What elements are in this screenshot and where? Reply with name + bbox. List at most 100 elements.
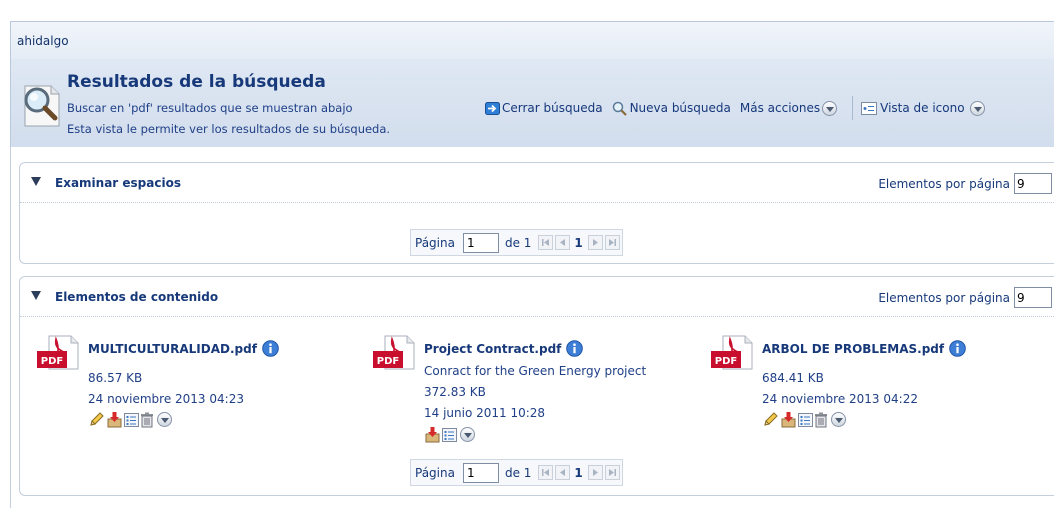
file-name: ARBOL DE PROBLEMAS.pdf [762,341,945,356]
info-icon[interactable] [949,340,966,357]
page-total: de 1 [504,465,532,480]
next-page-button[interactable] [587,465,603,480]
trash-icon[interactable] [814,412,828,428]
panel-header: Elementos de contenido Elementos por pág… [20,277,1054,317]
items-per-page-label: Elementos por página [878,290,1010,305]
search-icon [24,85,60,127]
more-actions-label: Más acciones [739,101,821,115]
user-bar: ahidalgo [10,21,1054,59]
search-description: Esta vista le permite ver los resultados… [67,122,391,136]
info-icon[interactable] [262,340,279,357]
svg-text:PDF: PDF [377,356,399,367]
first-page-icon [542,239,550,246]
file-name-link[interactable]: Project Contract.pdf [424,340,584,357]
last-page-button[interactable] [604,465,620,480]
last-page-button[interactable] [604,235,620,250]
file-name: Project Contract.pdf [424,341,562,356]
pdf-file-icon[interactable]: PDF [710,335,754,371]
next-page-icon [592,239,598,246]
page-label: Página [415,235,455,250]
file-size: 86.57 KB [88,371,143,385]
file-size: 372.83 KB [424,385,486,399]
download-icon[interactable] [424,426,441,443]
info-icon[interactable] [566,340,584,357]
panel-title[interactable]: Examinar espacios [55,176,181,190]
page-title: Resultados de la búsqueda [67,72,326,92]
svg-text:PDF: PDF [715,356,737,367]
panel-title[interactable]: Elementos de contenido [55,290,218,304]
chevron-down-icon[interactable] [831,412,846,427]
download-icon[interactable] [780,411,797,428]
item-actions [88,411,173,428]
items-per-page-label: Elementos por página [878,176,1010,191]
file-name-link[interactable]: MULTICULTURALIDAD.pdf [88,340,279,357]
collapse-toggle-icon[interactable] [31,177,41,186]
previous-page-button[interactable] [555,465,571,480]
browse-spaces-panel: Examinar espacios Elementos por página P… [19,162,1054,264]
file-name: MULTICULTURALIDAD.pdf [88,341,257,356]
page-number-input[interactable] [462,232,499,253]
chevron-down-icon[interactable] [157,412,172,427]
file-name-link[interactable]: ARBOL DE PROBLEMAS.pdf [762,340,966,357]
pagination: Página de 1 1 [410,459,623,486]
divider [852,96,854,120]
icon-view-menu[interactable]: Vista de icono [861,100,985,116]
search-subtitle: Buscar en 'pdf' resultados que se muestr… [67,101,353,115]
current-page: 1 [574,235,583,250]
first-page-button[interactable] [538,465,554,480]
item-actions [424,426,476,443]
details-list-icon[interactable] [124,412,139,428]
close-search-label: Cerrar búsqueda [502,101,603,115]
previous-page-icon [560,469,566,476]
search-icon [612,101,627,116]
file-description: Conract for the Green Energy project [424,364,647,378]
details-list-icon[interactable] [798,412,813,428]
next-page-button[interactable] [587,235,603,250]
last-page-icon [608,239,616,246]
svg-text:PDF: PDF [41,356,63,367]
page-label: Página [415,465,455,480]
trash-icon[interactable] [140,412,154,428]
pencil-icon[interactable] [762,411,779,428]
chevron-down-icon [822,100,838,116]
first-page-icon [542,469,550,476]
search-results-header: Resultados de la búsqueda Buscar en 'pdf… [10,59,1054,147]
divider [10,147,11,508]
item-actions [762,411,847,428]
new-search-button[interactable]: Nueva búsqueda [612,101,731,116]
last-page-icon [608,469,616,476]
items-per-page: Elementos por página [878,173,1052,194]
arrow-right-icon [485,101,500,115]
header-actions: Cerrar búsqueda Nueva búsqueda Más accio… [485,96,994,120]
pagination: Página de 1 1 [410,229,623,256]
file-date: 24 noviembre 2013 04:22 [762,392,918,406]
items-per-page-input[interactable] [1014,173,1052,194]
current-page: 1 [574,465,583,480]
icon-view-label: Vista de icono [880,101,965,115]
file-date: 24 noviembre 2013 04:23 [88,392,244,406]
details-list-icon[interactable] [442,427,457,443]
previous-page-button[interactable] [555,235,571,250]
page-total: de 1 [504,235,532,250]
items-per-page: Elementos por página [878,287,1052,308]
items-per-page-input[interactable] [1014,287,1052,308]
first-page-button[interactable] [538,235,554,250]
panel-header: Examinar espacios Elementos por página [20,163,1054,203]
file-size: 684.41 KB [762,371,824,385]
pdf-file-icon[interactable]: PDF [36,335,80,371]
new-search-label: Nueva búsqueda [629,101,731,115]
content-items-panel: Elementos de contenido Elementos por pág… [19,276,1054,496]
chevron-down-icon [969,100,985,116]
username[interactable]: ahidalgo [17,34,69,48]
pencil-icon[interactable] [88,411,105,428]
download-icon[interactable] [106,411,123,428]
file-date: 14 junio 2011 10:28 [424,406,546,420]
more-actions-menu[interactable]: Más acciones [739,100,838,116]
chevron-down-icon[interactable] [460,427,475,442]
page-number-input[interactable] [462,462,499,483]
next-page-icon [592,469,598,476]
collapse-toggle-icon[interactable] [31,291,41,300]
pdf-file-icon[interactable]: PDF [372,335,416,371]
close-search-button[interactable]: Cerrar búsqueda [485,101,603,116]
icon-view-icon [861,101,878,115]
